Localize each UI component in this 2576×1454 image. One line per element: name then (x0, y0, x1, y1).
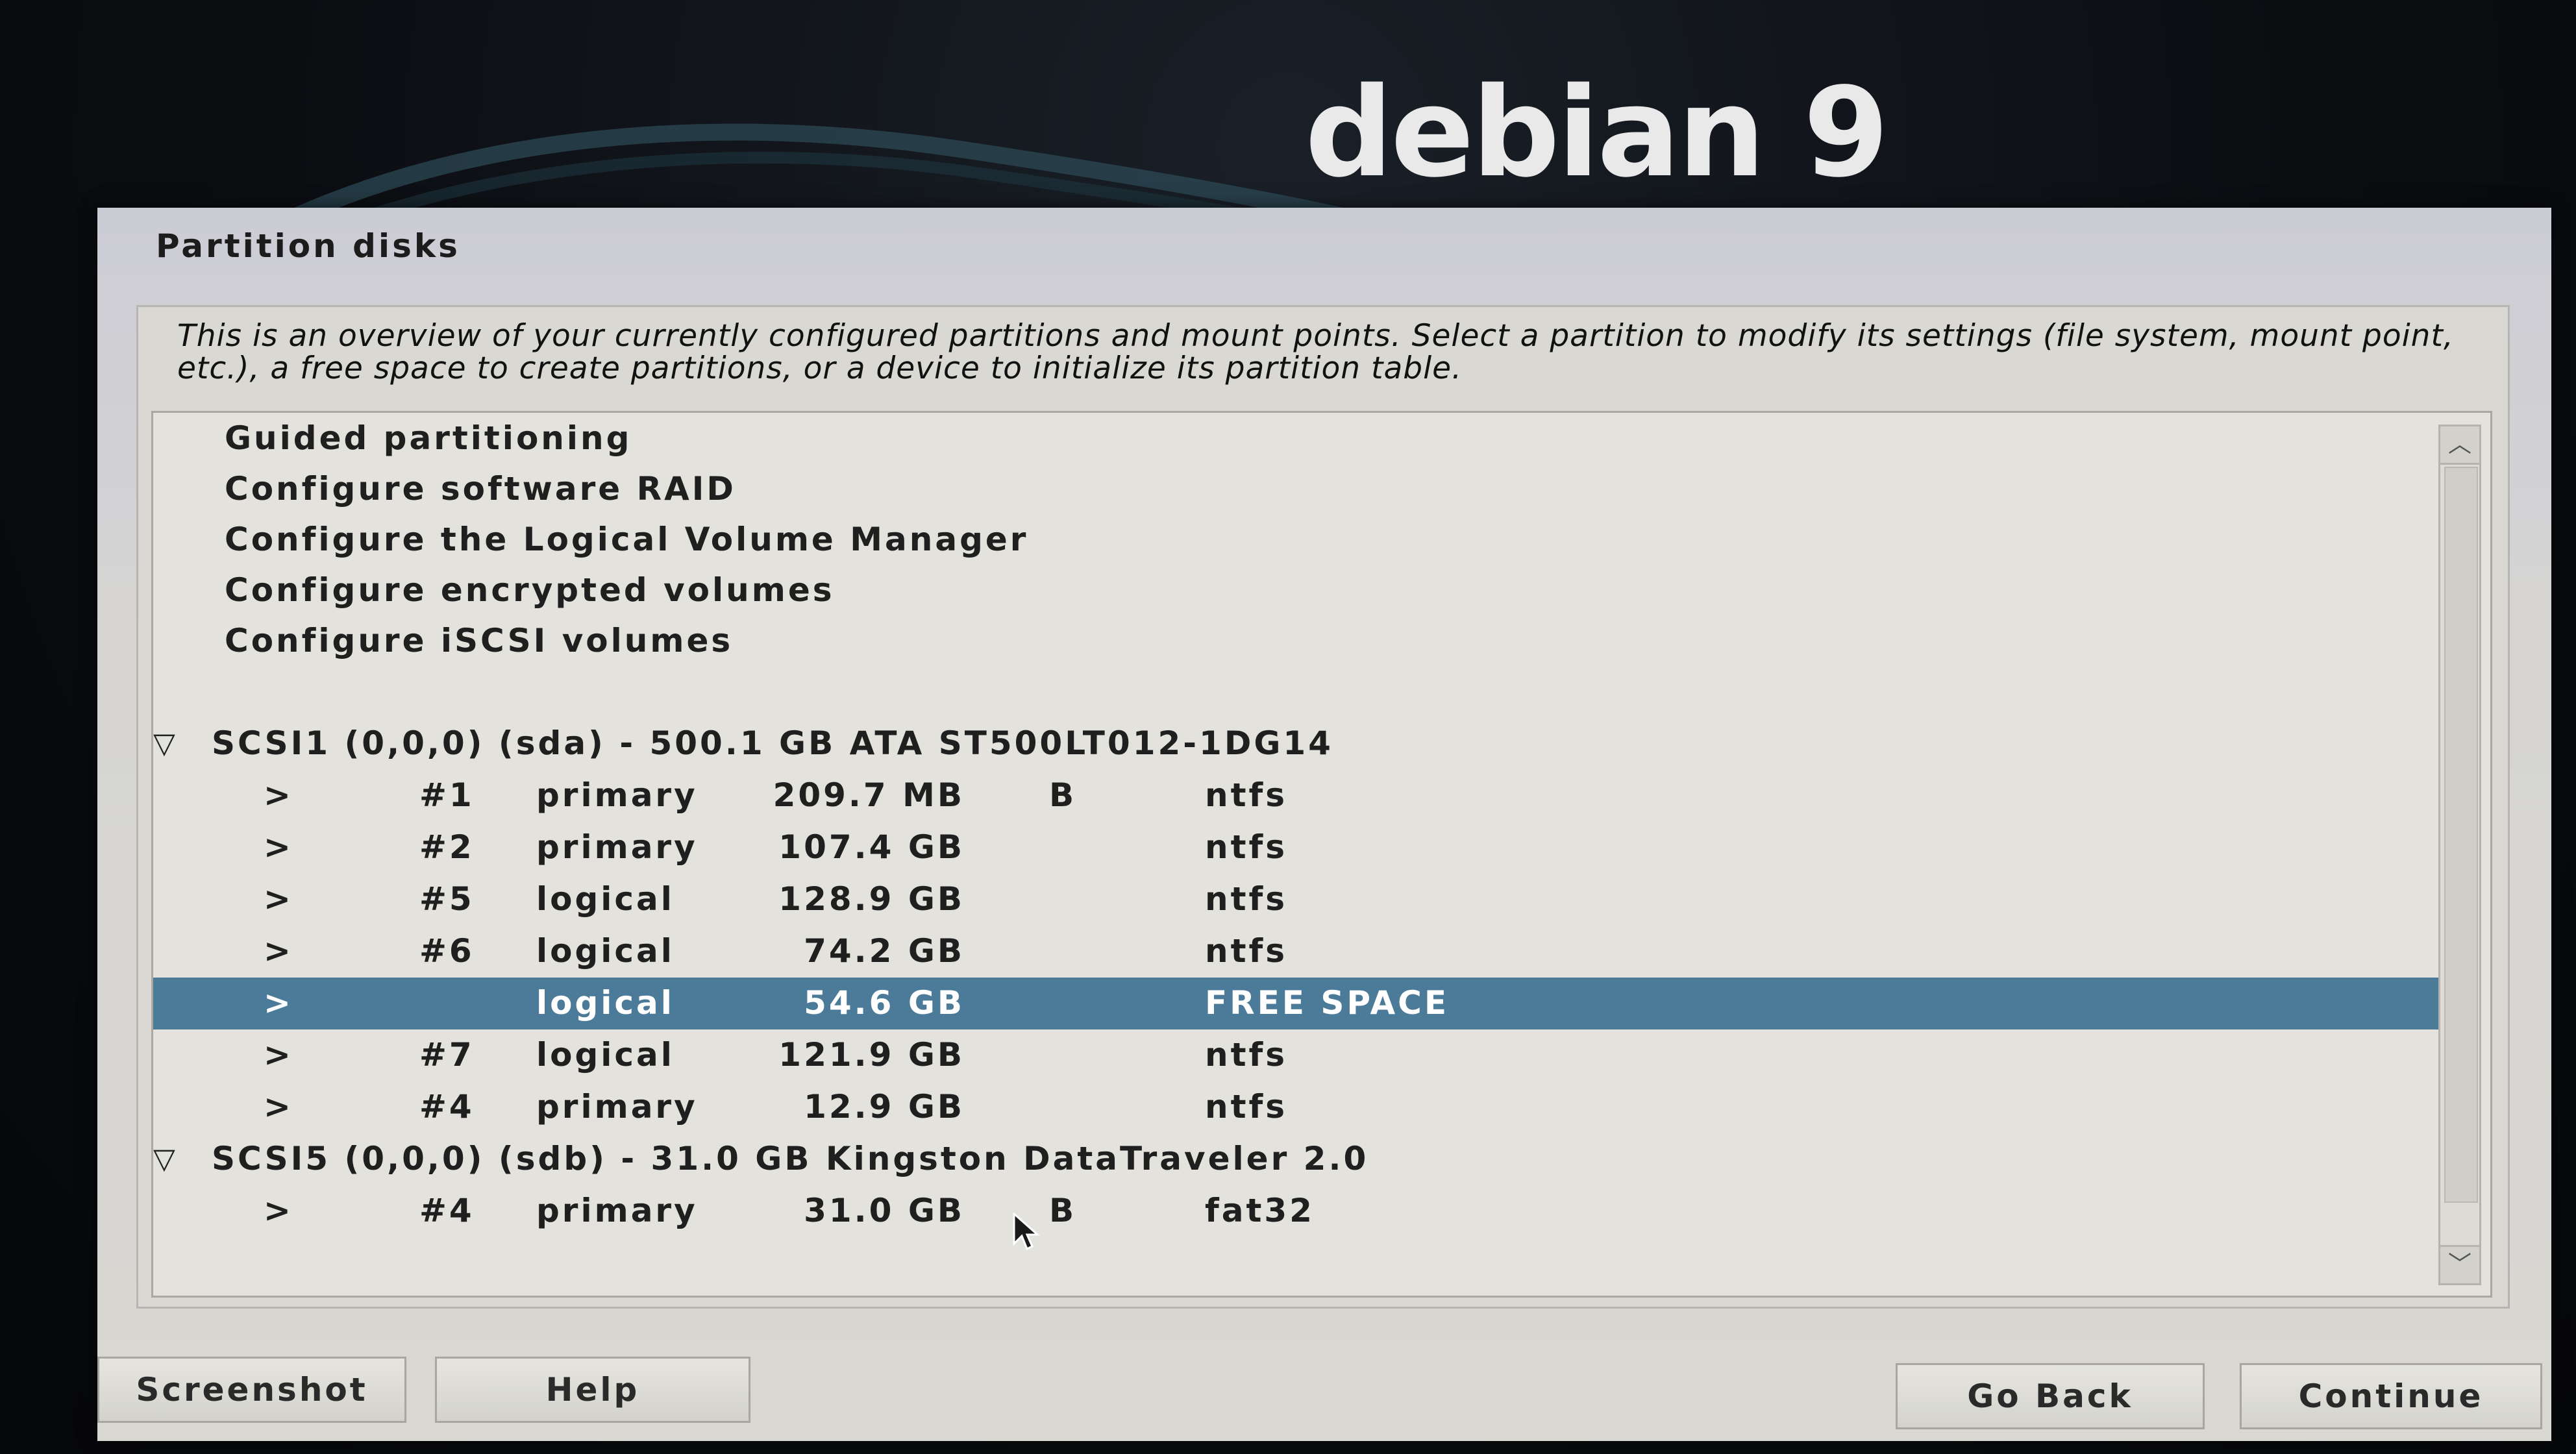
debian-logo: debian 9 (1305, 61, 1889, 204)
disk-row-sda[interactable]: ▽ SCSI1 (0,0,0) (sda) - 500.1 GB ATA ST5… (153, 718, 2464, 770)
partition-row[interactable]: > #4 primary 31.0 GB B fat32 (153, 1185, 2464, 1237)
filesystem: fat32 (1205, 1192, 1315, 1229)
expand-triangle-icon[interactable]: ▽ (153, 727, 178, 760)
bootable-flag: B (1049, 776, 1077, 814)
partition-number: #5 (419, 880, 475, 918)
bootable-flag: B (1049, 1192, 1077, 1229)
partition-type: primary (536, 1088, 698, 1126)
partition-type: logical (536, 1036, 675, 1074)
continue-button[interactable]: Continue (2240, 1363, 2542, 1429)
partition-list[interactable]: Guided partitioning Configure software R… (151, 411, 2492, 1298)
partition-number: #4 (419, 1088, 475, 1126)
debian-banner: debian 9 (0, 0, 2576, 253)
partition-size: 128.9 GB (778, 880, 965, 918)
partition-size: 12.9 GB (804, 1088, 965, 1126)
menu-item-label: Configure encrypted volumes (225, 571, 835, 609)
menu-item-lvm[interactable]: Configure the Logical Volume Manager (153, 514, 2464, 566)
partition-row[interactable]: > #4 primary 12.9 GB ntfs (153, 1081, 2464, 1133)
partition-type: primary (536, 776, 698, 814)
content-frame: This is an overview of your currently co… (136, 305, 2510, 1309)
dialog-title: Partition disks (156, 227, 460, 265)
disk-label: SCSI5 (0,0,0) (sdb) - 31.0 GB Kingston D… (212, 1140, 1369, 1177)
chevron-right-icon: > (264, 1088, 293, 1126)
partition-row-free-space-selected[interactable]: > logical 54.6 GB FREE SPACE (153, 978, 2464, 1029)
vertical-scrollbar[interactable]: ︿ ﹀ (2438, 425, 2481, 1285)
partition-row[interactable]: > #5 logical 128.9 GB ntfs (153, 874, 2464, 926)
partition-row[interactable]: > #6 logical 74.2 GB ntfs (153, 926, 2464, 978)
expand-triangle-icon[interactable]: ▽ (153, 1142, 178, 1176)
scroll-thumb[interactable] (2444, 467, 2478, 1203)
partition-type: logical (536, 984, 675, 1022)
chevron-right-icon: > (264, 932, 293, 970)
menu-item-guided-partitioning[interactable]: Guided partitioning (153, 413, 2464, 465)
filesystem: ntfs (1205, 776, 1288, 814)
chevron-right-icon: > (264, 828, 293, 866)
filesystem: ntfs (1205, 1036, 1288, 1074)
chevron-right-icon: > (264, 984, 293, 1022)
menu-item-label: Configure iSCSI volumes (225, 622, 734, 659)
partition-number: #1 (419, 776, 475, 814)
scroll-down-icon[interactable]: ﹀ (2440, 1245, 2479, 1283)
filesystem: ntfs (1205, 828, 1288, 866)
chevron-right-icon: > (264, 880, 293, 918)
filesystem: ntfs (1205, 932, 1288, 970)
partition-row[interactable]: > #2 primary 107.4 GB ntfs (153, 822, 2464, 874)
partition-type: logical (536, 880, 675, 918)
menu-item-label: Guided partitioning (225, 419, 632, 457)
dialog-description: This is an overview of your currently co… (177, 318, 2454, 386)
partition-number: #2 (419, 828, 475, 866)
chevron-right-icon: > (264, 776, 293, 814)
partition-number: #6 (419, 932, 475, 970)
partition-row[interactable]: > #7 logical 121.9 GB ntfs (153, 1029, 2464, 1081)
help-button[interactable]: Help (435, 1357, 750, 1423)
partition-row[interactable]: > #1 primary 209.7 MB B ntfs (153, 770, 2464, 822)
filesystem: ntfs (1205, 880, 1288, 918)
scroll-up-icon[interactable]: ︿ (2440, 426, 2479, 465)
disk-row-sdb[interactable]: ▽ SCSI5 (0,0,0) (sdb) - 31.0 GB Kingston… (153, 1133, 2464, 1185)
mouse-pointer-icon (1013, 1213, 1040, 1251)
partition-size: 209.7 MB (773, 776, 965, 814)
installer-screen: debian 9 Partition disks This is an over… (0, 0, 2576, 1454)
partition-size: 54.6 GB (804, 984, 965, 1022)
menu-item-label: Configure the Logical Volume Manager (225, 521, 1029, 558)
partition-type: logical (536, 932, 675, 970)
partition-type: primary (536, 1192, 698, 1229)
disk-label: SCSI1 (0,0,0) (sda) - 500.1 GB ATA ST500… (212, 724, 1333, 762)
menu-item-label: Configure software RAID (225, 470, 736, 508)
partition-size: 107.4 GB (778, 828, 965, 866)
filesystem: ntfs (1205, 1088, 1288, 1126)
menu-item-software-raid[interactable]: Configure software RAID (153, 463, 2464, 515)
go-back-button[interactable]: Go Back (1896, 1363, 2205, 1429)
partition-size: 31.0 GB (804, 1192, 965, 1229)
partition-number: #4 (419, 1192, 475, 1229)
partition-size: 74.2 GB (804, 932, 965, 970)
partition-type: primary (536, 828, 698, 866)
screenshot-button[interactable]: Screenshot (97, 1357, 406, 1423)
menu-item-encrypted-volumes[interactable]: Configure encrypted volumes (153, 565, 2464, 617)
partition-dialog: Partition disks This is an overview of y… (97, 208, 2551, 1441)
chevron-right-icon: > (264, 1036, 293, 1074)
menu-item-iscsi-volumes[interactable]: Configure iSCSI volumes (153, 615, 2464, 667)
chevron-right-icon: > (264, 1192, 293, 1229)
partition-size: 121.9 GB (778, 1036, 965, 1074)
filesystem: FREE SPACE (1205, 984, 1449, 1022)
partition-number: #7 (419, 1036, 475, 1074)
